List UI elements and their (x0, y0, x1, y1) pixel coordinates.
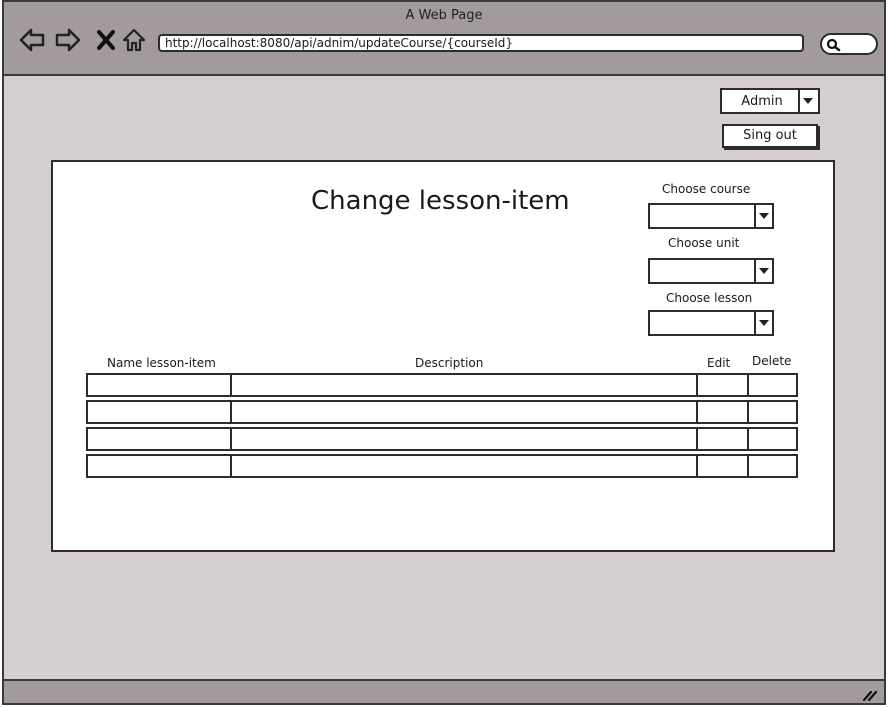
row-divider (230, 456, 232, 476)
search-icon (826, 38, 841, 52)
row-divider (747, 429, 749, 449)
page-title: Change lesson-item (311, 186, 570, 216)
table-row[interactable] (86, 373, 798, 397)
column-header-name: Name lesson-item (107, 356, 216, 370)
forward-icon[interactable] (54, 26, 82, 54)
column-header-description: Description (415, 356, 484, 370)
status-bar (4, 679, 884, 703)
choose-unit-select[interactable] (648, 258, 774, 284)
row-divider (696, 402, 698, 422)
window-title: A Web Page (405, 8, 483, 23)
row-divider (747, 375, 749, 395)
choose-lesson-label: Choose lesson (666, 291, 753, 305)
table-row[interactable] (86, 400, 798, 424)
home-icon[interactable] (120, 26, 148, 54)
choose-unit-label: Choose unit (668, 236, 740, 250)
table-row[interactable] (86, 427, 798, 451)
back-icon[interactable] (18, 26, 46, 54)
choose-course-select[interactable] (648, 203, 774, 229)
column-header-delete: Delete (752, 354, 792, 368)
resize-grip-icon[interactable] (862, 687, 878, 701)
search-field[interactable] (820, 33, 878, 55)
column-header-edit: Edit (707, 356, 731, 370)
choose-course-label: Choose course (662, 182, 751, 196)
row-divider (230, 375, 232, 395)
choose-lesson-select[interactable] (648, 310, 774, 336)
user-select[interactable]: Admin (720, 88, 820, 114)
chevron-down-icon[interactable] (754, 260, 772, 282)
chevron-down-icon[interactable] (754, 205, 772, 227)
chevron-down-icon[interactable] (754, 312, 772, 334)
browser-window: A Web Page http://localhost:8080/api/adn… (2, 0, 886, 705)
row-divider (747, 456, 749, 476)
close-icon[interactable] (92, 26, 120, 54)
row-divider (230, 402, 232, 422)
chevron-down-icon[interactable] (798, 90, 818, 112)
row-divider (230, 429, 232, 449)
row-divider (747, 402, 749, 422)
main-panel: Change lesson-item Choose course Choose … (51, 160, 835, 552)
table-row[interactable] (86, 454, 798, 478)
user-select-value: Admin (741, 94, 783, 109)
row-divider (696, 456, 698, 476)
title-bar: A Web Page http://localhost:8080/api/adn… (4, 2, 884, 76)
row-divider (696, 429, 698, 449)
row-divider (696, 375, 698, 395)
signout-button[interactable]: Sing out (722, 124, 818, 148)
address-bar[interactable]: http://localhost:8080/api/adnim/updateCo… (158, 34, 804, 52)
